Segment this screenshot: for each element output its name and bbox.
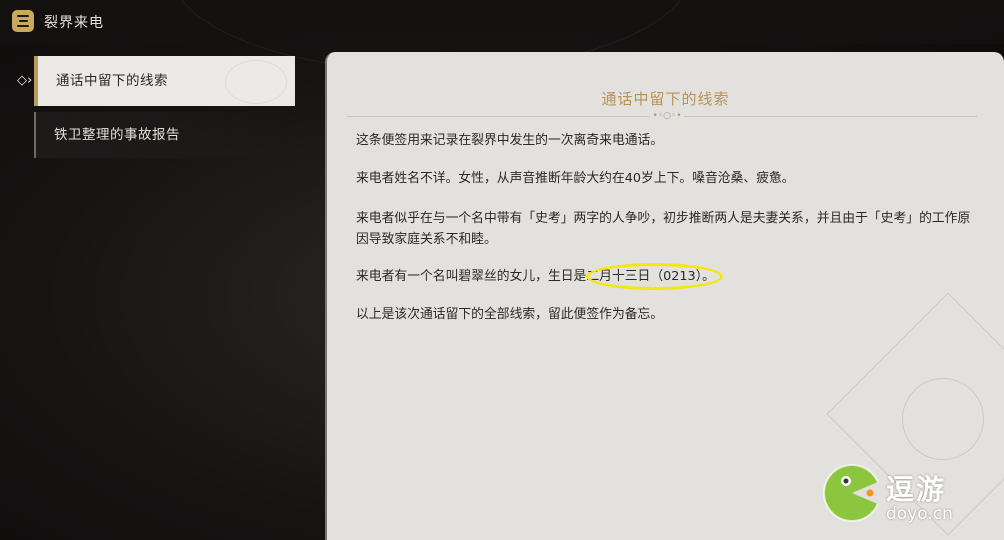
top-bar: 裂界来电 <box>0 0 1004 72</box>
document-panel: 通话中留下的线索 •◦○◦• 这条便签用来记录在裂界中发生的一次离奇来电通话。 … <box>325 52 1004 540</box>
sidebar-item-label: 通话中留下的线索 <box>56 73 168 89</box>
sidebar-item-accident-report[interactable]: 铁卫整理的事故报告 <box>34 112 295 158</box>
watermark-brand: 逗游 <box>886 473 947 506</box>
paragraph: 来电者姓名不详。女性，从声音推断年龄大约在40岁上下。嗓音沧桑、疲惫。 <box>356 171 795 186</box>
sidebar-item-call-clues[interactable]: 通话中留下的线索 <box>34 56 295 106</box>
watermark-domain: doyo.cn <box>886 504 953 524</box>
page-title: 裂界来电 <box>44 15 104 31</box>
diamond-arrow-icon: ◇› <box>17 73 33 88</box>
divider-ornament-icon: •◦○◦• <box>650 112 684 121</box>
highlight-circle <box>586 263 723 290</box>
paragraph: 来电者似乎在与一个名中带有「史考」两字的人争吵，初步推断两人是夫妻关系，并且由于… <box>356 211 971 247</box>
document-title: 通话中留下的线索 <box>601 90 730 108</box>
decorative-emblem <box>902 378 984 460</box>
doyo-logo-icon <box>823 464 882 522</box>
book-menu-icon[interactable] <box>12 10 34 32</box>
sidebar-item-label: 铁卫整理的事故报告 <box>54 127 180 143</box>
paragraph: 以上是该次通话留下的全部线索，留此便签作为备忘。 <box>356 307 664 322</box>
paragraph: 这条便签用来记录在裂界中发生的一次离奇来电通话。 <box>356 133 664 148</box>
decorative-emblem <box>225 60 287 104</box>
